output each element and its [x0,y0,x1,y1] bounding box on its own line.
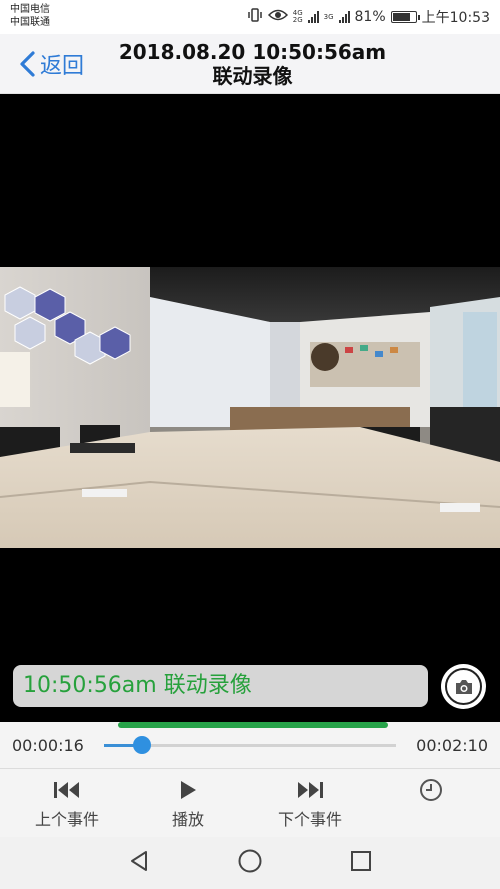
status-bar: 中国电信 中国联通 4G 2G 3G 81% 上午10:53 [0,0,500,34]
play-icon [178,776,198,804]
battery-percent: 81% [354,9,386,25]
next-event-button[interactable]: 下个事件 [260,776,360,830]
circle-home-icon [237,848,263,878]
event-caption: 10:50:56am 联动录像 [13,665,428,707]
prev-event-button[interactable]: 上个事件 [17,776,117,830]
snapshot-button[interactable] [441,664,486,709]
seek-thumb[interactable] [132,736,151,754]
total-time: 00:02:10 [416,736,488,755]
carrier-1: 中国电信 [10,4,50,15]
play-button[interactable]: 播放 [138,776,238,830]
video-frame-image [0,267,500,548]
system-nav-bar [0,837,500,889]
caption-area: 10:50:56am 联动录像 [0,654,500,722]
header: 返回 2018.08.20 10:50:56am 联动录像 [0,34,500,94]
status-indicators: 4G 2G 3G 81% 上午10:53 [247,7,490,27]
clock: 上午10:53 [421,10,490,26]
signal-icon [307,11,319,23]
current-time: 00:00:16 [12,736,84,755]
nav-recent-button[interactable] [345,848,377,878]
page-title: 2018.08.20 10:50:56am 联动录像 [105,40,400,88]
prev-event-label: 上个事件 [34,810,99,829]
carrier-info: 中国电信 中国联通 [10,3,50,29]
vibrate-icon [247,8,263,26]
video-player[interactable] [0,94,500,654]
divider [0,768,500,769]
back-label: 返回 [40,54,85,79]
history-button[interactable] [381,776,481,804]
skip-previous-icon [53,776,81,804]
network-type-1: 4G 2G [292,9,303,24]
skip-next-icon [296,776,324,804]
square-recent-icon [350,850,372,876]
camera-icon [445,668,482,705]
video-frame [0,267,500,548]
buffer-bar [118,722,388,728]
eye-icon [267,8,288,26]
seek-bar[interactable] [104,736,396,754]
title-datetime: 2018.08.20 10:50:56am [118,40,387,64]
clock-icon [419,776,443,804]
network-type-2: 3G [323,12,334,21]
nav-home-button[interactable] [234,848,266,878]
playback-panel: 00:00:16 00:02:10 上个事件 播放 下个事件 [0,722,500,837]
title-subtitle: 联动录像 [212,64,293,88]
next-event-label: 下个事件 [277,810,342,829]
chevron-left-icon [18,50,36,78]
signal-icon-2 [338,11,350,23]
battery-icon [390,11,420,23]
nav-back-button[interactable] [123,848,155,878]
triangle-back-icon [128,849,150,877]
back-button[interactable]: 返回 [18,48,84,80]
carrier-2: 中国联通 [10,17,50,28]
play-label: 播放 [171,810,204,829]
